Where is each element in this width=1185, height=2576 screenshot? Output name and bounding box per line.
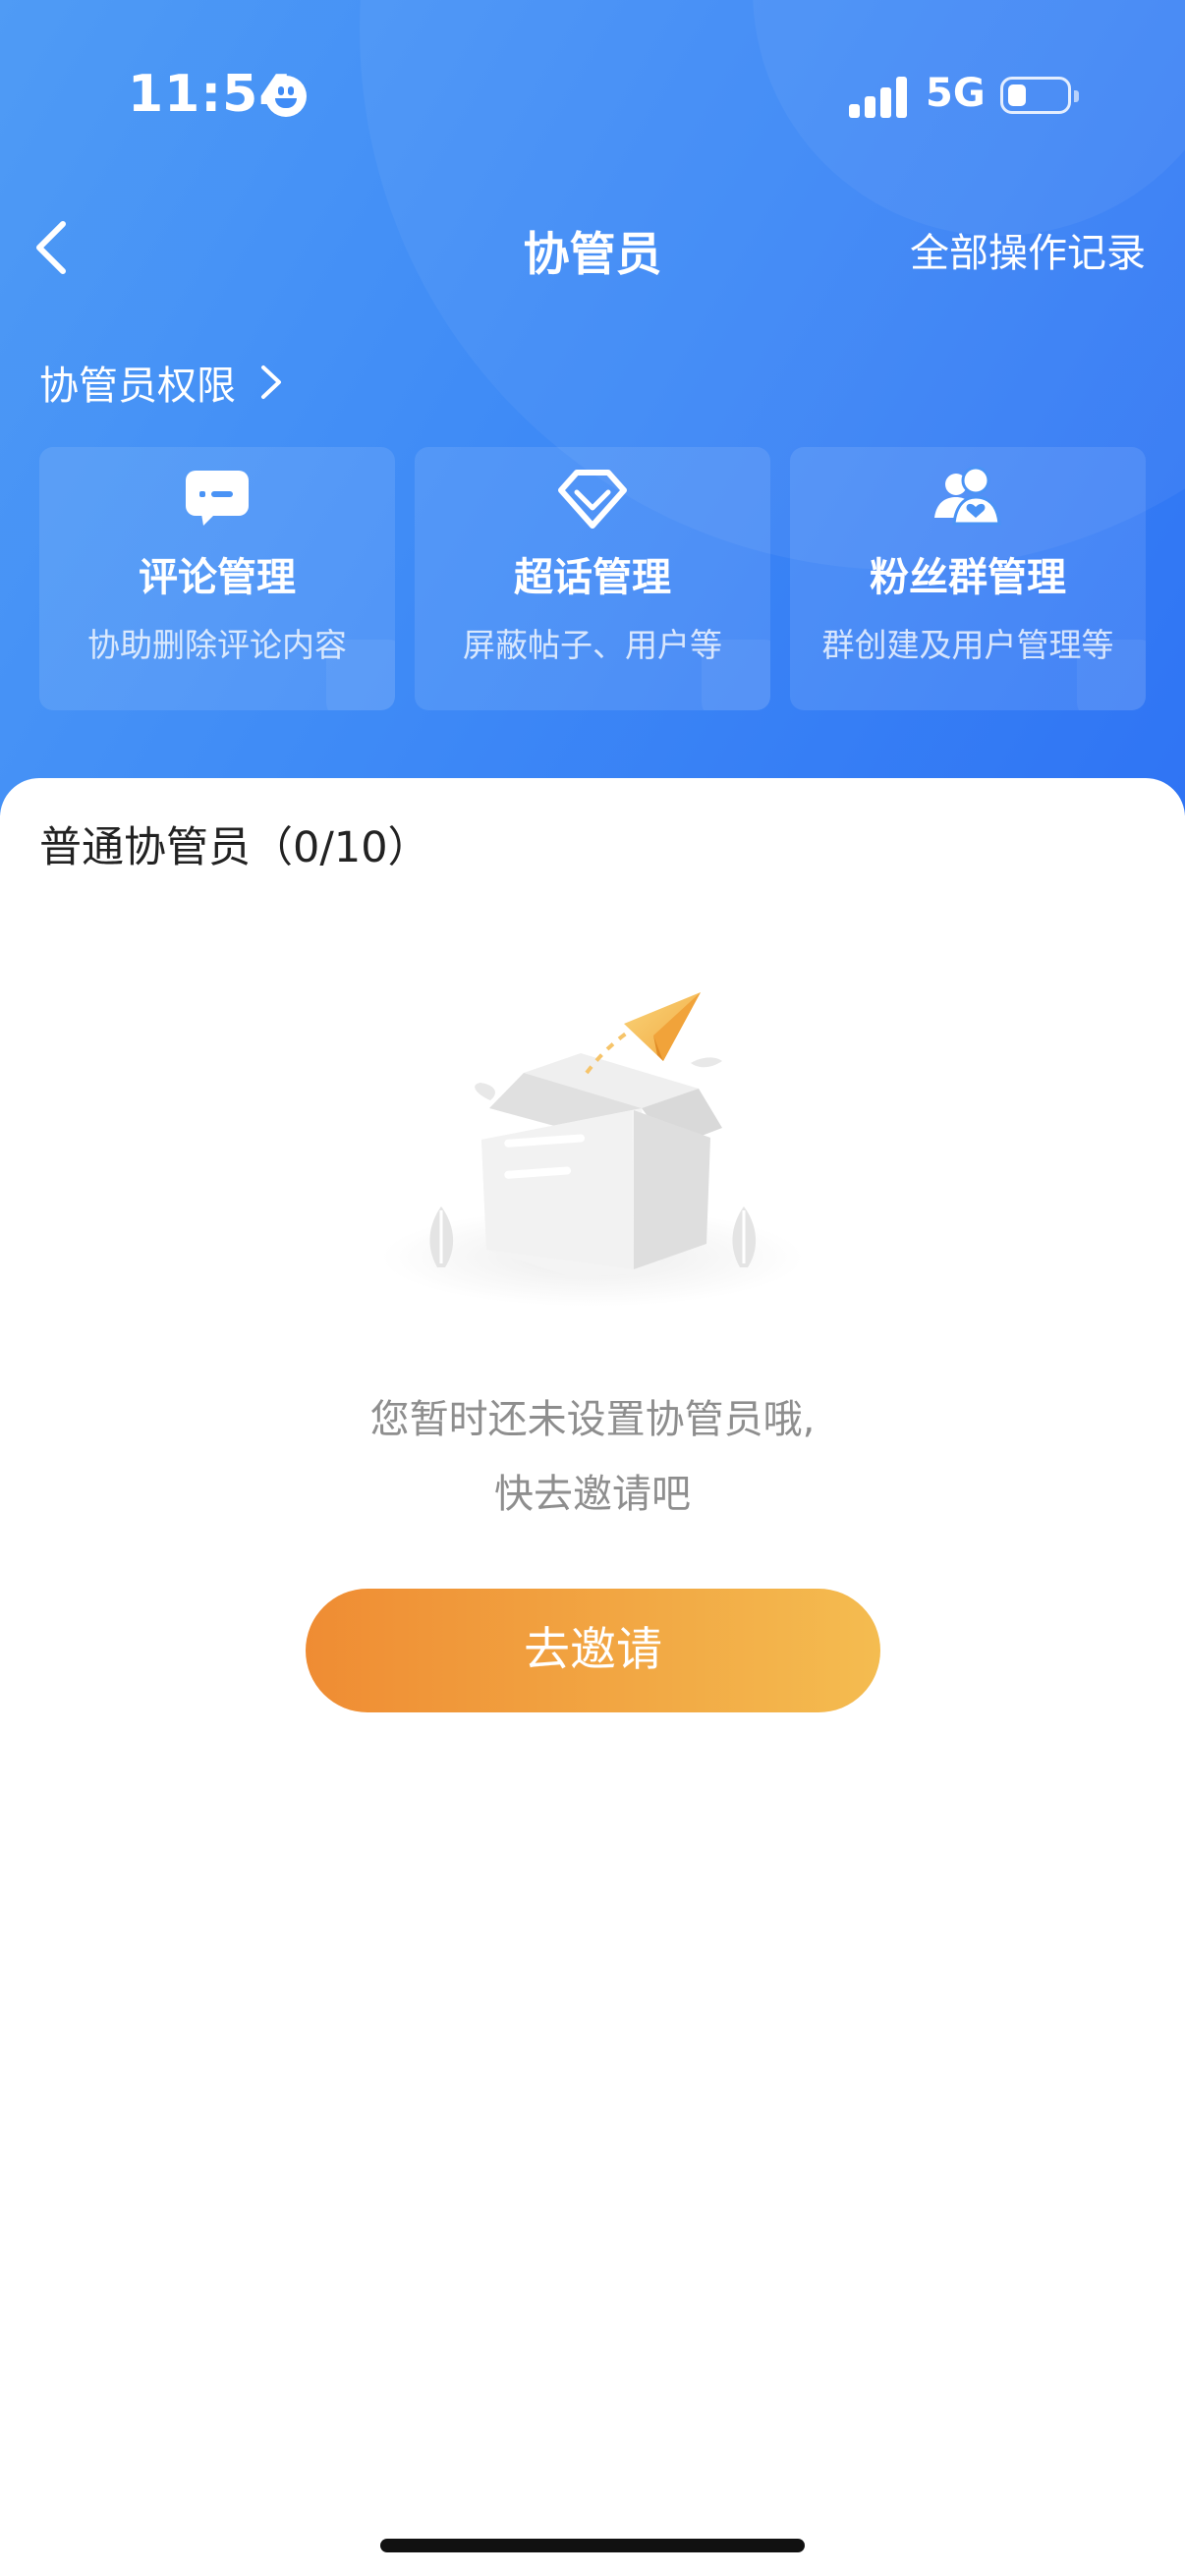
home-indicator bbox=[380, 2539, 805, 2552]
card-description: 屏蔽帖子、用户等 bbox=[463, 626, 722, 664]
empty-message-line1: 您暂时还未设置协管员哦, bbox=[369, 1397, 816, 1442]
moderator-permissions-link[interactable]: 协管员权限 bbox=[39, 354, 287, 411]
permission-card-supertopic[interactable]: 超话管理 屏蔽帖子、用户等 bbox=[415, 447, 770, 710]
card-description: 协助删除评论内容 bbox=[87, 626, 347, 664]
permission-cards: 评论管理 协助删除评论内容 超话管理 屏蔽帖子、用户等 粉丝群管理 群创建及用户… bbox=[39, 447, 1146, 710]
status-bar: 11:54 5G bbox=[0, 0, 1185, 147]
empty-box-illustration bbox=[381, 992, 804, 1307]
all-operation-records-link[interactable]: 全部操作记录 bbox=[910, 221, 1146, 278]
card-description: 群创建及用户管理等 bbox=[821, 626, 1114, 664]
smiley-icon bbox=[265, 76, 307, 117]
card-title: 粉丝群管理 bbox=[870, 555, 1066, 600]
permissions-link-label: 协管员权限 bbox=[39, 364, 236, 409]
section-title: 普通协管员（0/10） bbox=[39, 823, 430, 872]
permission-card-comment[interactable]: 评论管理 协助删除评论内容 bbox=[39, 447, 395, 710]
card-title: 超话管理 bbox=[514, 555, 671, 600]
chevron-right-icon bbox=[261, 365, 281, 399]
comment-icon bbox=[186, 471, 249, 526]
diamond-icon bbox=[558, 470, 627, 529]
fans-group-icon bbox=[934, 466, 1001, 526]
battery-icon bbox=[1000, 77, 1079, 114]
permission-card-fans-group[interactable]: 粉丝群管理 群创建及用户管理等 bbox=[790, 447, 1146, 710]
card-title: 评论管理 bbox=[139, 555, 296, 600]
cellular-signal-icon bbox=[849, 75, 908, 118]
invite-button[interactable]: 去邀请 bbox=[306, 1589, 880, 1712]
network-type: 5G bbox=[926, 71, 986, 116]
empty-message-line2: 快去邀请吧 bbox=[494, 1472, 691, 1517]
